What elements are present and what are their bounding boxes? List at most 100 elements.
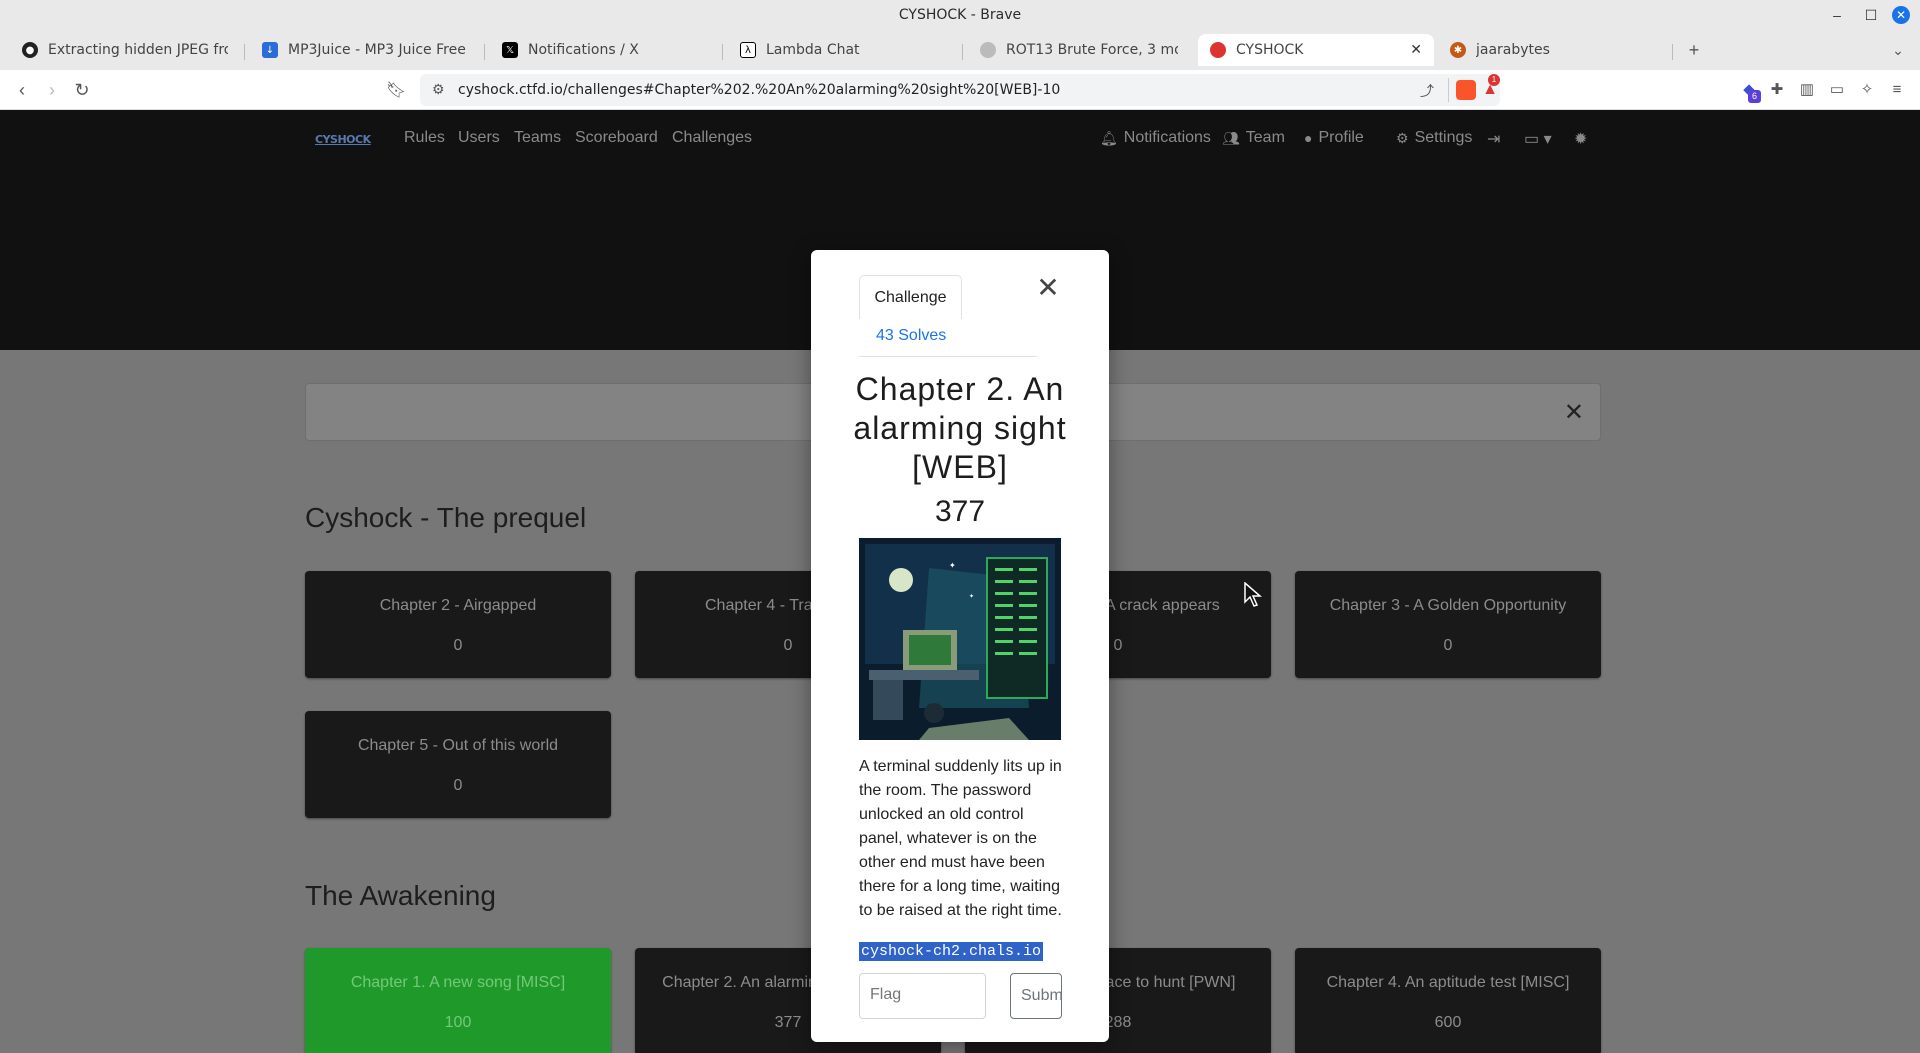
menu-icon[interactable]: ≡ [1886, 78, 1908, 100]
forward-icon[interactable]: › [40, 78, 64, 102]
leo-ai-icon[interactable]: ✧ [1856, 78, 1878, 100]
svg-text:✦: ✦ [969, 593, 974, 600]
challenge-name: Chapter 4. An aptitude test [MISC] [1326, 974, 1570, 991]
tab-jaarabytes[interactable]: ✱ jaarabytes [1438, 34, 1668, 66]
tab-separator [962, 44, 963, 60]
nav-challenges[interactable]: Challenges [672, 129, 752, 147]
nav-notifications[interactable]: 🔔︎ Notifications [1100, 129, 1211, 147]
mouse-cursor-icon [1244, 582, 1262, 607]
wallet-icon[interactable]: ▭ [1826, 78, 1848, 100]
theme-toggle-icon[interactable]: ✹ [1574, 129, 1587, 149]
challenge-name: Chapter 2 - Airgapped [379, 597, 537, 614]
brave-shields-icon[interactable] [1456, 80, 1476, 100]
bookmark-icon[interactable]: 🔖︎ [384, 78, 408, 102]
nav-profile[interactable]: ● Profile [1304, 129, 1364, 147]
challenge-description: A terminal suddenly lits up in the room.… [859, 758, 1062, 919]
reload-icon[interactable]: ↻ [70, 78, 94, 102]
tab-label: ROT13 Brute Force, 3 more - Cyb [1006, 42, 1178, 58]
minimize-icon[interactable]: – [1826, 4, 1848, 26]
tab-cyshock[interactable]: CYSHOCK ✕ [1198, 34, 1434, 66]
challenge-title: Chapter 2. An alarming sight [WEB] [853, 371, 1067, 485]
nav-notifications-label: Notifications [1123, 129, 1211, 146]
tab-github[interactable]: ● Extracting hidden JPEG from WA [10, 34, 240, 66]
close-icon[interactable]: ✕ [1035, 272, 1061, 303]
new-tab-icon[interactable]: + [1682, 38, 1706, 62]
tab-label: jaarabytes [1476, 42, 1550, 58]
challenge-points: 377 [934, 495, 986, 528]
url-text[interactable]: cyshock.ctfd.io/challenges#Chapter%202.%… [458, 82, 1060, 98]
tab-label: CYSHOCK [1236, 42, 1304, 58]
category-title: The Awakening [305, 880, 496, 911]
submit-button[interactable]: Submit [1010, 973, 1062, 1019]
tab-challenge[interactable]: Challenge [859, 275, 962, 319]
share-icon[interactable]: ⤴ [1420, 81, 1434, 101]
download-icon: ↓ [262, 42, 278, 58]
language-icon[interactable]: ▭ ▾ [1524, 129, 1552, 149]
site-info-icon[interactable]: ⚙ [432, 81, 445, 98]
browser-toolbar: ‹ › ↻ 🔖︎ ⚙ cyshock.ctfd.io/challenges#Ch… [0, 70, 1920, 110]
tab-separator [722, 44, 723, 60]
challenge-host[interactable]: cyshock-ch2.chals.io [859, 942, 1044, 961]
nav-profile-label: Profile [1318, 129, 1364, 146]
close-icon[interactable]: ✕ [1564, 398, 1584, 427]
tab-cyberchef[interactable]: ROT13 Brute Force, 3 more - Cyb [968, 34, 1190, 66]
cogs-icon: ⚙ [1396, 129, 1409, 146]
challenge-modal: Challenge ✕ 43 Solves Chapter 2. An alar… [811, 250, 1109, 1042]
cyshock-icon [1210, 42, 1226, 58]
nav-users[interactable]: Users [458, 129, 500, 147]
bell-icon: 🔔︎ [1100, 129, 1118, 146]
window-titlebar: CYSHOCK - Brave – ☐ ✕ [0, 0, 1920, 30]
page-content: CYSHOCK Rules Users Teams Scoreboard Cha… [0, 110, 1920, 1053]
flag-input[interactable]: Flag [859, 973, 986, 1019]
nav-settings[interactable]: ⚙ Settings [1396, 129, 1472, 147]
close-window-icon[interactable]: ✕ [1892, 6, 1910, 24]
challenge-card[interactable]: Chapter 4. An aptitude test [MISC] 600 [1295, 948, 1601, 1053]
nav-team[interactable]: 👥︎ Team [1222, 129, 1285, 147]
extension-badge: 6 [1748, 90, 1761, 103]
address-bar[interactable]: ⚙ cyshock.ctfd.io/challenges#Chapter%202… [420, 74, 1500, 106]
tab-lambda-chat[interactable]: λ Lambda Chat [728, 34, 958, 66]
challenge-name: Chapter 3 - A Golden Opportunity [1329, 597, 1567, 614]
gear-icon: ✱ [1450, 42, 1466, 58]
tab-search-icon[interactable]: ⌄ [1886, 38, 1910, 62]
challenge-card[interactable]: Chapter 3 - A Golden Opportunity 0 [1295, 571, 1601, 678]
tab-label: Notifications / X [528, 42, 639, 58]
challenge-image: ✦ ✦ [859, 538, 1061, 740]
nav-settings-label: Settings [1414, 129, 1473, 146]
lambda-icon: λ [740, 42, 756, 58]
window-title: CYSHOCK - Brave [898, 7, 1022, 23]
challenge-value: 0 [453, 777, 463, 794]
tab-mp3juice[interactable]: ↓ MP3Juice - MP3 Juice Free MP3 [250, 34, 480, 66]
nav-scoreboard[interactable]: Scoreboard [575, 129, 658, 147]
challenge-name: Chapter 1. A new song [MISC] [350, 974, 566, 991]
solves-link[interactable]: 43 Solves [876, 327, 946, 345]
back-icon[interactable]: ‹ [10, 78, 34, 102]
nav-rules[interactable]: Rules [404, 129, 445, 147]
site-logo[interactable]: CYSHOCK [315, 133, 371, 146]
svg-text:✦: ✦ [949, 561, 956, 570]
x-icon: 𝕏 [502, 42, 518, 58]
category-title: Cyshock - The prequel [305, 502, 587, 533]
extensions-puzzle-icon[interactable]: ✚ [1766, 78, 1788, 100]
challenge-card-solved[interactable]: Chapter 1. A new song [MISC] 100 [305, 948, 611, 1053]
tab-label: Lambda Chat [766, 42, 860, 58]
nav-teams[interactable]: Teams [514, 129, 561, 147]
tab-bar: ● Extracting hidden JPEG from WA ↓ MP3Ju… [0, 30, 1920, 70]
users-icon: 👥︎ [1222, 129, 1240, 146]
sidebar-icon[interactable]: ▥ [1796, 78, 1818, 100]
tab-separator [244, 44, 245, 60]
cyberchef-icon [980, 42, 996, 58]
tab-separator [1672, 44, 1673, 60]
challenge-value: 600 [1434, 1014, 1462, 1031]
rewards-badge: 1 [1488, 74, 1500, 86]
challenge-card[interactable]: Chapter 2 - Airgapped 0 [305, 571, 611, 678]
tab-label: MP3Juice - MP3 Juice Free MP3 [288, 42, 468, 58]
tab-x-notifications[interactable]: 𝕏 Notifications / X [490, 34, 720, 66]
maximize-icon[interactable]: ☐ [1860, 4, 1882, 26]
tab-divider [859, 356, 1037, 357]
close-tab-icon[interactable]: ✕ [1410, 42, 1422, 58]
challenge-name: Chapter 5 - Out of this world [357, 737, 559, 754]
logout-icon[interactable]: ⇥ [1487, 129, 1500, 149]
challenge-card[interactable]: Chapter 5 - Out of this world 0 [305, 711, 611, 818]
challenge-value: 100 [444, 1014, 472, 1031]
